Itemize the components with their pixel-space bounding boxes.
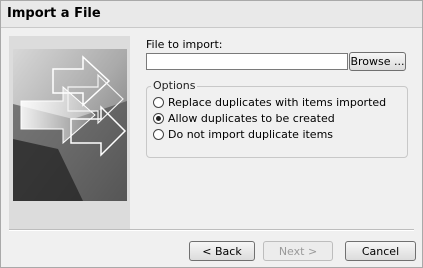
next-button[interactable]: Next > — [263, 241, 333, 261]
browse-button[interactable]: Browse ... — [349, 52, 406, 71]
radio-button-selected[interactable] — [153, 113, 164, 124]
cancel-button[interactable]: Cancel — [345, 241, 416, 261]
radio-selected-dot — [156, 116, 161, 121]
back-button[interactable]: < Back — [189, 241, 255, 261]
title-bar: Import a File — [1, 1, 422, 28]
radio-label: Allow duplicates to be created — [168, 112, 335, 125]
wizard-arrows-image — [13, 49, 127, 201]
options-legend: Options — [151, 79, 198, 92]
radio-label: Replace duplicates with items imported — [168, 96, 387, 109]
file-to-import-label: File to import: — [146, 38, 223, 51]
radio-button[interactable] — [153, 97, 164, 108]
radio-button[interactable] — [153, 129, 164, 140]
radio-replace-duplicates[interactable]: Replace duplicates with items imported — [153, 96, 386, 109]
import-file-dialog: Import a File File to import: Browse ...… — [0, 0, 423, 268]
radio-allow-duplicates[interactable]: Allow duplicates to be created — [153, 112, 335, 125]
footer-divider — [9, 229, 414, 231]
radio-do-not-import-duplicates[interactable]: Do not import duplicate items — [153, 128, 333, 141]
file-path-input[interactable] — [146, 53, 348, 70]
radio-label: Do not import duplicate items — [168, 128, 334, 141]
dialog-title: Import a File — [7, 6, 101, 21]
